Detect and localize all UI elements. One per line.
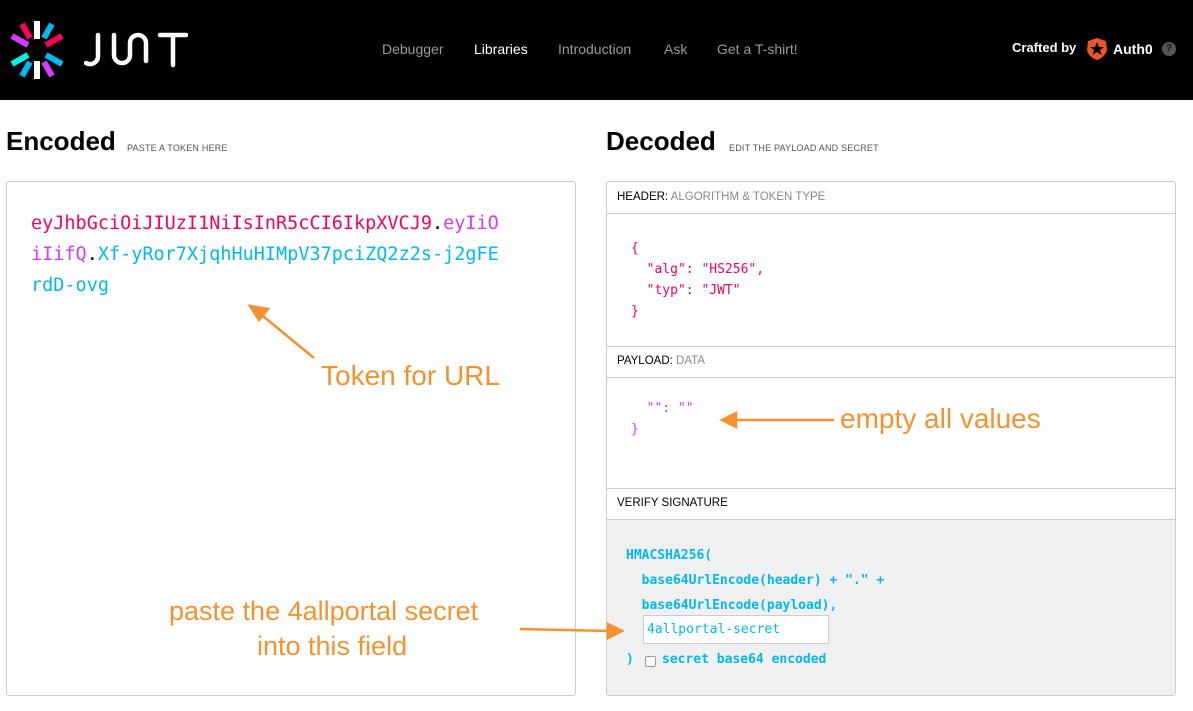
token-dot: .	[86, 244, 98, 265]
encoded-token: eyJhbGciOiJIUzI1NiIsInR5cCI6IkpXVCJ9.eyI…	[31, 208, 501, 301]
secret-annotation-line1: paste the 4allportal secret	[169, 596, 479, 626]
secret-input[interactable]: 4allportal-secret	[643, 615, 829, 644]
payload-label-muted: DATA	[676, 355, 705, 367]
encoded-subtitle: PASTE A TOKEN HERE	[127, 143, 228, 153]
nav-introduction-link[interactable]: Introduction	[558, 41, 631, 57]
token-signature-part: Xf-yRor7XjqhHuHIMpV37pciZQ2z2s-j2gFErdD-…	[31, 244, 499, 296]
signature-formula: HMACSHA256( base64UrlEncode(header) + ".…	[626, 548, 885, 613]
nav-ask-link[interactable]: Ask	[664, 41, 687, 57]
jwt-logo-icon[interactable]	[6, 19, 68, 81]
decoded-title: Decoded	[606, 126, 716, 156]
base64-label[interactable]: secret base64 encoded	[662, 649, 826, 670]
auth0-logo-icon[interactable]	[1086, 37, 1108, 61]
verify-label: VERIFY SIGNATURE	[617, 497, 728, 509]
base64-checkbox[interactable]	[645, 656, 656, 667]
help-icon[interactable]: ?	[1162, 42, 1176, 56]
nav-tshirt-link[interactable]: Get a T-shirt!	[717, 41, 798, 57]
decoded-subtitle: EDIT THE PAYLOAD AND SECRET	[729, 143, 879, 153]
crafted-by-label: Crafted by	[1012, 40, 1077, 55]
nav-libraries-link[interactable]: Libraries	[474, 41, 528, 57]
header-json-editor[interactable]: { "alg": "HS256", "typ": "JWT" }	[631, 238, 764, 322]
verify-pane-title: VERIFY SIGNATURE	[607, 488, 1175, 520]
decoded-panel: HEADER: ALGORITHM & TOKEN TYPE { "alg": …	[606, 181, 1176, 696]
encoded-title: Encoded	[6, 126, 116, 156]
token-header-part: eyJhbGciOiJIUzI1NiIsInR5cCI6IkpXVCJ9	[31, 213, 432, 234]
jwt-wordmark[interactable]	[84, 31, 188, 69]
header-pane-title: HEADER: ALGORITHM & TOKEN TYPE	[607, 182, 1175, 214]
auth0-link[interactable]: Auth0	[1113, 41, 1153, 57]
header-label: HEADER:	[617, 191, 669, 203]
payload-json-editor[interactable]: "": "" }	[631, 398, 694, 440]
token-annotation: Token for URL	[321, 360, 500, 391]
payload-annotation: empty all values	[840, 403, 1041, 434]
secret-annotation-line2: into this field	[257, 631, 408, 661]
close-paren: )	[626, 652, 634, 667]
token-dot: .	[431, 213, 444, 234]
header-label-muted: ALGORITHM & TOKEN TYPE	[670, 191, 826, 203]
verify-signature-body: HMACSHA256( base64UrlEncode(header) + ".…	[607, 520, 1175, 695]
top-navigation-bar: Debugger Libraries Introduction Ask Get …	[0, 0, 1193, 100]
payload-pane-title: PAYLOAD: DATA	[607, 346, 1175, 378]
payload-label: PAYLOAD:	[617, 355, 673, 367]
nav-debugger-link[interactable]: Debugger	[382, 41, 444, 57]
